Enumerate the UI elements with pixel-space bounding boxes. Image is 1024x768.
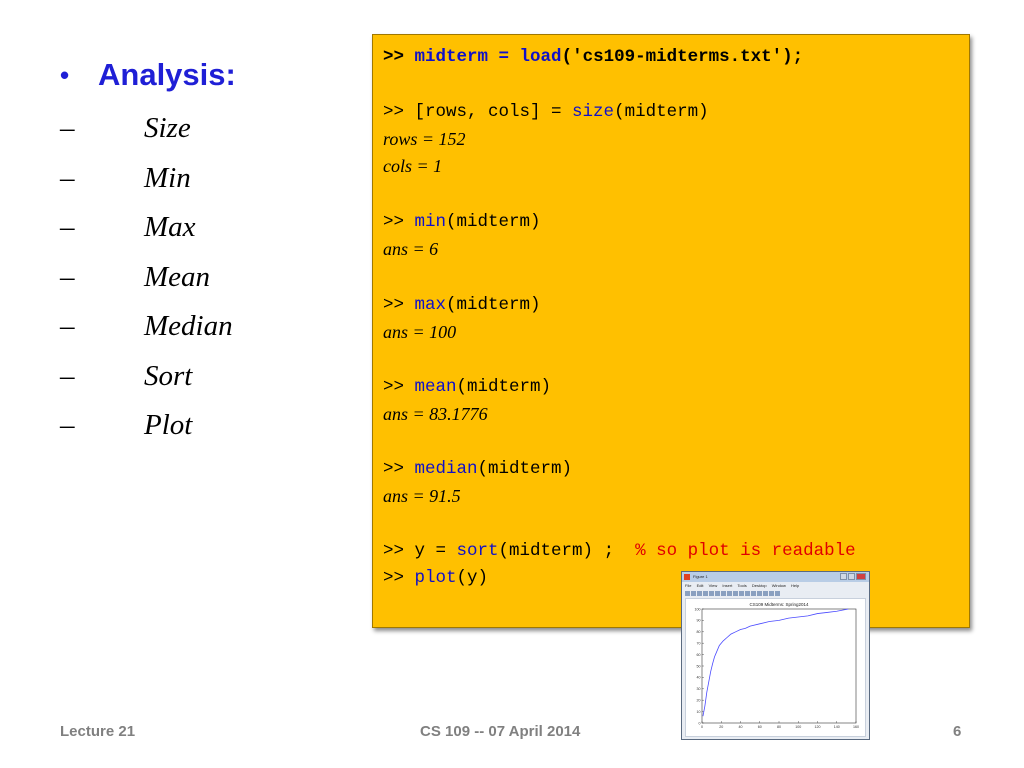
result-max: ans = 100 xyxy=(383,322,457,342)
menu-edit[interactable]: Edit xyxy=(697,583,704,588)
y-tick-label: 80 xyxy=(697,630,701,634)
legend-icon[interactable] xyxy=(763,590,768,596)
new-icon[interactable] xyxy=(685,590,690,596)
midterm-plot: CS109 Midterms: Spring2014 0 10 20 30 40 50 60 7… xyxy=(695,602,860,729)
close-icon[interactable] xyxy=(856,573,866,580)
code-line-sort: >> y = sort(midterm) ; % so plot is read… xyxy=(383,541,856,561)
data-cursor-icon[interactable] xyxy=(739,590,744,596)
zoom-out-icon[interactable] xyxy=(721,590,726,596)
x-tick-label: 20 xyxy=(719,725,723,729)
result-rows: rows = 152 xyxy=(383,129,466,149)
figure-title-bar: Figure 1 xyxy=(682,572,869,582)
menu-window[interactable]: Window xyxy=(772,583,786,588)
code-line-size: >> [rows, cols] = size(midterm) xyxy=(383,102,709,122)
figure-window: Figure 1 File Edit View Insert Tools Des… xyxy=(681,571,870,740)
footer-course-date: CS 109 -- 07 April 2014 xyxy=(420,723,581,740)
menu-help[interactable]: Help xyxy=(791,583,799,588)
pointer-icon[interactable] xyxy=(709,590,714,596)
code-line-min: >> min(midterm) xyxy=(383,212,541,232)
bullet-dot: • xyxy=(60,60,70,90)
menu-desktop[interactable]: Desktop xyxy=(752,583,767,588)
result-cols: cols = 1 xyxy=(383,156,443,176)
menu-file[interactable]: File xyxy=(685,583,691,588)
matlab-logo-icon xyxy=(684,574,690,580)
code-line-max: >> max(midterm) xyxy=(383,295,541,315)
x-tick-label: 140 xyxy=(834,725,840,729)
plot-frame xyxy=(701,608,857,724)
minimize-icon[interactable] xyxy=(840,573,847,580)
code-comment: % so plot is readable xyxy=(635,541,856,561)
colorbar-icon[interactable] xyxy=(757,590,762,596)
show-tools-icon[interactable] xyxy=(775,590,780,596)
open-icon[interactable] xyxy=(691,590,696,596)
y-tick-label: 40 xyxy=(697,676,701,680)
footer-page-number: 6 xyxy=(953,723,962,740)
y-tick-label: 30 xyxy=(697,687,701,691)
code-line-load: >> midterm = load('cs109-midterms.txt'); xyxy=(383,47,804,67)
menu-view[interactable]: View xyxy=(709,583,718,588)
brush-icon[interactable] xyxy=(745,590,750,596)
zoom-in-icon[interactable] xyxy=(715,590,720,596)
y-tick-label: 20 xyxy=(697,699,701,703)
x-tick-label: 60 xyxy=(758,725,762,729)
result-mean: ans = 83.1776 xyxy=(383,404,488,424)
y-tick-label: 90 xyxy=(697,619,701,623)
rotate-icon[interactable] xyxy=(733,590,738,596)
hide-tools-icon[interactable] xyxy=(769,590,774,596)
y-tick-label: 60 xyxy=(697,653,701,657)
maximize-icon[interactable] xyxy=(848,573,855,580)
code-line-plot: >> plot(y) xyxy=(383,568,489,588)
y-tick-label: 10 xyxy=(697,710,701,714)
y-tick-label: 100 xyxy=(695,607,701,611)
link-icon[interactable] xyxy=(751,590,756,596)
figure-menu-bar: File Edit View Insert Tools Desktop Wind… xyxy=(682,582,869,589)
x-tick-label: 0 xyxy=(701,725,703,729)
code-line-mean: >> mean(midterm) xyxy=(383,377,552,397)
y-tick-label: 50 xyxy=(697,664,701,668)
code-line-median: >> median(midterm) xyxy=(383,459,573,479)
result-min: ans = 6 xyxy=(383,239,439,259)
chart-title: CS109 Midterms: Spring2014 xyxy=(749,602,809,607)
save-icon[interactable] xyxy=(697,590,702,596)
footer-lecture: Lecture 21 xyxy=(60,723,136,740)
print-icon[interactable] xyxy=(703,590,708,596)
y-tick-label: 70 xyxy=(697,642,701,646)
result-median: ans = 91.5 xyxy=(383,486,461,506)
figure-toolbar xyxy=(682,589,869,597)
heading-analysis: Analysis: xyxy=(98,57,236,92)
figure-plot-area: CS109 Midterms: Spring2014 0 10 20 30 40 50 60 7… xyxy=(685,598,866,737)
x-tick-label: 40 xyxy=(739,725,743,729)
x-tick-label: 100 xyxy=(795,725,801,729)
pan-icon[interactable] xyxy=(727,590,732,596)
menu-tools[interactable]: Tools xyxy=(737,583,746,588)
x-tick-label: 80 xyxy=(777,725,781,729)
code-panel: >> midterm = load('cs109-midterms.txt');… xyxy=(372,34,970,628)
x-tick-label: 160 xyxy=(853,725,859,729)
x-tick-label: 120 xyxy=(815,725,821,729)
menu-insert[interactable]: Insert xyxy=(722,583,732,588)
